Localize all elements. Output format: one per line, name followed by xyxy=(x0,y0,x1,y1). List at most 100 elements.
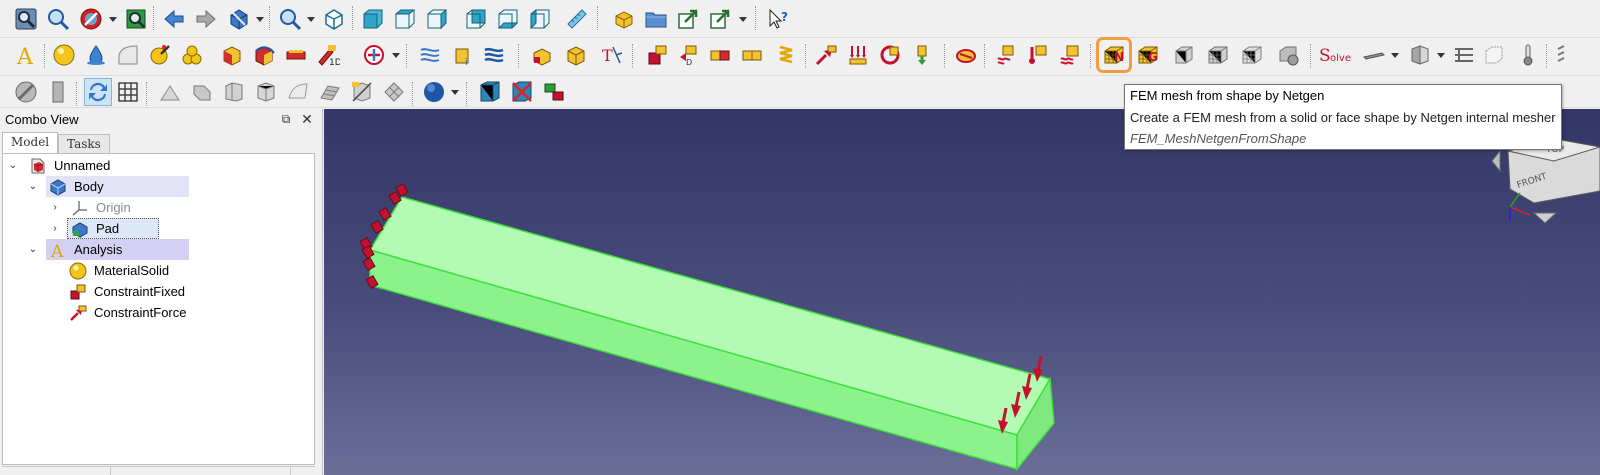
tree-item-body[interactable]: ⌄ Body xyxy=(27,176,107,197)
constraint-force-icon[interactable] xyxy=(812,41,840,69)
top-view-icon[interactable] xyxy=(391,5,419,33)
part-icon[interactable] xyxy=(610,5,638,33)
constraint-displacement-2-icon[interactable]: D xyxy=(674,41,702,69)
mesh-netgen-icon[interactable]: N xyxy=(1096,37,1132,73)
tree-item-unnamed[interactable]: ⌄ Unnamed xyxy=(7,155,113,176)
constraint-spring-icon[interactable] xyxy=(772,41,800,69)
chevron-right-icon[interactable]: › xyxy=(49,223,61,235)
link-actions-dropdown[interactable] xyxy=(738,5,748,33)
material-reinforced-icon[interactable] xyxy=(178,41,206,69)
tree-item-constraintfixed[interactable]: ConstraintFixed xyxy=(59,281,188,302)
constraint-box-icon[interactable] xyxy=(562,41,590,69)
right-view-icon[interactable] xyxy=(423,5,451,33)
mesh-region-icon[interactable] xyxy=(1204,41,1232,69)
constraint-centrif-icon[interactable] xyxy=(876,41,904,69)
tree-item-origin[interactable]: › Origin xyxy=(49,197,134,218)
result-clip-icon[interactable] xyxy=(1450,41,1478,69)
whats-this-icon[interactable]: ? xyxy=(765,5,793,33)
tab-tasks[interactable]: Tasks xyxy=(58,134,110,153)
isometric-view-icon[interactable] xyxy=(320,5,348,33)
bounding-box-icon[interactable] xyxy=(122,5,150,33)
draw-style-icon[interactable] xyxy=(77,5,105,33)
result-warp-icon[interactable] xyxy=(1480,41,1508,69)
shape-box-icon[interactable] xyxy=(252,78,280,106)
temperature-icon[interactable] xyxy=(1024,41,1052,69)
refresh-icon[interactable] xyxy=(84,78,112,106)
element-fluid-1d-icon[interactable] xyxy=(282,41,310,69)
bottom-view-icon[interactable] xyxy=(494,5,522,33)
constraint-stop-icon[interactable] xyxy=(12,78,40,106)
mesh-boundary-layer-icon[interactable] xyxy=(1170,41,1198,69)
link-icon[interactable] xyxy=(674,5,702,33)
group-folder-icon[interactable] xyxy=(642,5,670,33)
shape-cylinder-icon[interactable] xyxy=(188,78,216,106)
fit-all-icon[interactable] xyxy=(12,5,40,33)
draw-style-dropdown[interactable] xyxy=(108,5,118,33)
tree-item-pad[interactable]: › Pad xyxy=(49,218,122,239)
tree-item-constraintforce[interactable]: ConstraintForce xyxy=(59,302,189,323)
mesh-gmsh-icon[interactable]: G xyxy=(1134,41,1162,69)
result-filter-icon[interactable] xyxy=(1406,41,1434,69)
shape-mesh-icon[interactable] xyxy=(380,78,408,106)
tree-item-materialsolid[interactable]: MaterialSolid xyxy=(59,260,172,281)
tab-model[interactable]: Model xyxy=(2,132,59,153)
fit-selection-icon[interactable] xyxy=(44,5,72,33)
chevron-down-icon[interactable]: ⌄ xyxy=(7,160,19,172)
constraint-section-print-icon[interactable] xyxy=(360,41,388,69)
shape-section-icon[interactable] xyxy=(348,78,376,106)
constraint-fixed-icon[interactable] xyxy=(642,41,670,69)
constraint-contact-icon[interactable] xyxy=(706,41,734,69)
material-fluid-icon[interactable] xyxy=(82,41,110,69)
close-icon[interactable]: ✕ xyxy=(300,112,314,126)
grid-icon[interactable] xyxy=(114,78,142,106)
pillar-icon[interactable] xyxy=(44,78,72,106)
initial-temperature-icon[interactable] xyxy=(952,41,980,69)
chevron-down-icon[interactable]: ⌄ xyxy=(27,244,39,256)
rear-view-icon[interactable] xyxy=(462,5,490,33)
mesh-group-icon[interactable] xyxy=(1238,41,1266,69)
chevron-down-icon[interactable]: ⌄ xyxy=(27,181,39,193)
sphere-dropdown[interactable] xyxy=(450,78,460,106)
sync-view-dropdown[interactable] xyxy=(255,5,265,33)
mesh-clear-icon[interactable] xyxy=(1274,41,1302,69)
solver-icon[interactable]: Solver xyxy=(1318,41,1352,69)
link-actions-icon[interactable] xyxy=(706,5,734,33)
measure-distance-icon[interactable] xyxy=(563,5,591,33)
analysis-container-icon[interactable]: A xyxy=(12,41,40,69)
back-arrow-icon[interactable] xyxy=(160,5,188,33)
element-rotation-icon[interactable] xyxy=(250,41,278,69)
material-editor-icon[interactable] xyxy=(146,41,174,69)
constraint-fluid-boundary-icon[interactable]: i xyxy=(448,41,476,69)
3d-view[interactable]: TOP FRONT xyxy=(324,109,1600,475)
chevron-right-icon[interactable]: › xyxy=(49,202,61,214)
result-show-icon[interactable] xyxy=(1552,41,1580,69)
left-view-icon[interactable] xyxy=(526,5,554,33)
result-filter-dropdown[interactable] xyxy=(1436,41,1446,69)
tree-item-analysis[interactable]: ⌄ A Analysis xyxy=(27,239,125,260)
sync-view-icon[interactable] xyxy=(225,5,253,33)
constraint-plane-rotation-icon[interactable]: T xyxy=(598,41,626,69)
mesh-nodes-icon[interactable] xyxy=(540,78,568,106)
forward-arrow-icon[interactable] xyxy=(192,5,220,33)
navigation-cube[interactable]: TOP FRONT xyxy=(1491,138,1600,224)
shape-plane-icon[interactable] xyxy=(156,78,184,106)
material-nonlinear-icon[interactable] xyxy=(114,41,142,69)
constraint-self-weight-icon[interactable] xyxy=(908,41,936,69)
undock-icon[interactable]: ⧉ xyxy=(279,112,293,126)
result-probe-icon[interactable] xyxy=(1514,41,1542,69)
flow-velocity-icon[interactable] xyxy=(480,41,508,69)
constraint-pressure-icon[interactable] xyxy=(844,41,872,69)
constraint-tie-icon[interactable] xyxy=(416,41,444,69)
zoom-dropdown[interactable] xyxy=(306,5,316,33)
front-view-icon[interactable] xyxy=(359,5,387,33)
zoom-icon[interactable] xyxy=(276,5,304,33)
shape-shell-icon[interactable] xyxy=(220,78,248,106)
section-print-dropdown[interactable] xyxy=(391,41,401,69)
constraint-tie-2-icon[interactable] xyxy=(738,41,766,69)
sphere-icon[interactable] xyxy=(420,78,448,106)
result-pipeline-dropdown[interactable] xyxy=(1390,41,1400,69)
material-solid-icon[interactable] xyxy=(50,41,78,69)
shape-curve-icon[interactable] xyxy=(316,78,344,106)
element-geometry-1d-icon[interactable] xyxy=(218,41,246,69)
clear-view-icon[interactable] xyxy=(508,78,536,106)
